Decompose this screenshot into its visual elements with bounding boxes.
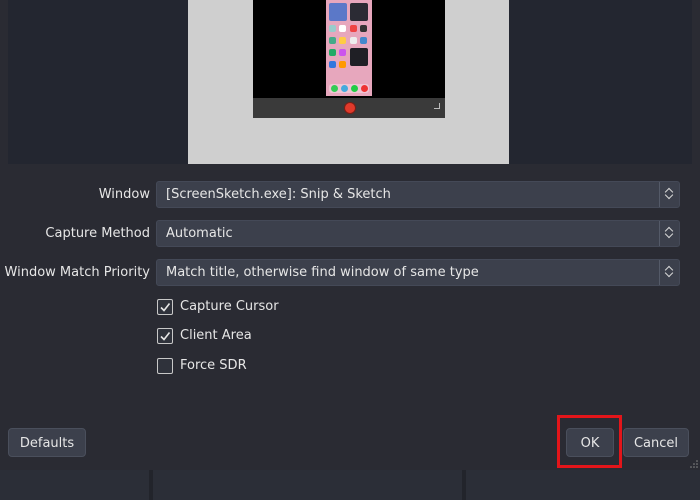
updown-arrows-icon (659, 260, 679, 285)
widget-preview (329, 3, 347, 21)
checkmark-icon (160, 332, 171, 341)
app-icon (329, 49, 336, 56)
app-icon (361, 85, 368, 92)
widget-preview (350, 48, 368, 66)
capture-method-label: Capture Method (45, 226, 150, 241)
window-match-priority-label: Window Match Priority (4, 265, 150, 280)
ok-button[interactable]: OK (566, 428, 614, 457)
background-panel (153, 470, 462, 500)
app-icon (339, 49, 346, 56)
app-icon (329, 37, 336, 44)
phone-screen-preview (326, 0, 372, 96)
background-panel (0, 470, 149, 500)
captured-window-taskbar (253, 98, 445, 118)
app-icon (350, 37, 357, 44)
capture-method-select[interactable]: Automatic (156, 220, 680, 247)
app-icon (329, 61, 336, 68)
window-match-priority-select-value: Match title, otherwise find window of sa… (166, 265, 479, 280)
captured-window-preview (253, 0, 445, 118)
app-icon (331, 85, 338, 92)
app-icon (360, 37, 367, 44)
background-panel (466, 470, 700, 500)
updown-arrows-icon (659, 221, 679, 246)
force-sdr-checkbox[interactable] (157, 358, 173, 374)
cancel-button[interactable]: Cancel (623, 428, 689, 457)
resize-icon (434, 103, 440, 109)
app-icon (360, 25, 367, 32)
app-icon (351, 85, 358, 92)
preview-canvas (188, 0, 509, 164)
client-area-label: Client Area (180, 328, 252, 343)
capture-cursor-label: Capture Cursor (180, 299, 279, 314)
window-select-value: [ScreenSketch.exe]: Snip & Sketch (166, 187, 391, 202)
app-icon (350, 25, 357, 32)
client-area-checkbox[interactable] (157, 328, 173, 344)
window-match-priority-select[interactable]: Match title, otherwise find window of sa… (156, 259, 680, 286)
app-icon (341, 85, 348, 92)
force-sdr-label: Force SDR (180, 358, 247, 373)
widget-preview (350, 3, 368, 21)
record-icon (345, 103, 355, 113)
capture-cursor-checkbox[interactable] (157, 299, 173, 315)
updown-arrows-icon (659, 182, 679, 207)
window-label: Window (98, 187, 150, 202)
background-panels (0, 470, 700, 500)
app-icon (329, 25, 336, 32)
properties-dialog: Window [ScreenSketch.exe]: Snip & Sketch… (0, 0, 700, 500)
app-icon (339, 25, 346, 32)
defaults-button[interactable]: Defaults (8, 428, 86, 457)
checkmark-icon (160, 303, 171, 312)
app-icon (339, 37, 346, 44)
app-icon (339, 61, 346, 68)
resize-grip-icon[interactable] (690, 460, 698, 468)
window-select[interactable]: [ScreenSketch.exe]: Snip & Sketch (156, 181, 680, 208)
capture-method-select-value: Automatic (166, 226, 233, 241)
source-preview (8, 0, 692, 164)
